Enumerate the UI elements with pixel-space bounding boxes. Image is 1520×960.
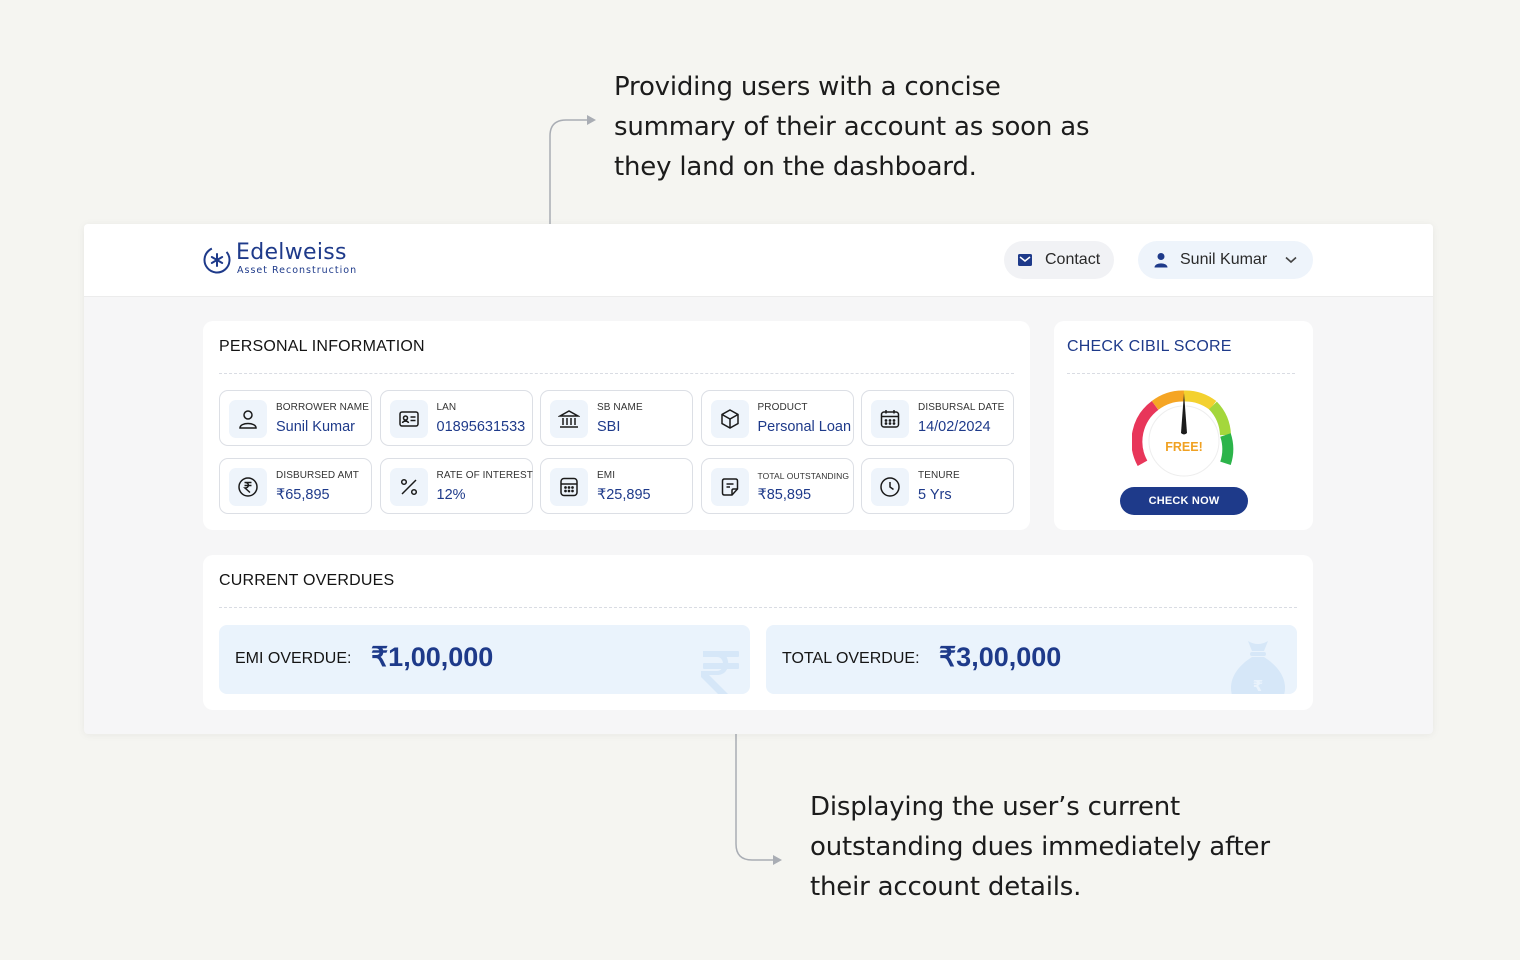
info-label: EMI [597,470,616,481]
info-value: 01895631533 [436,419,526,435]
info-label: RATE OF INTEREST [436,470,533,481]
info-label: PRODUCT [757,402,808,413]
divider [219,607,1297,608]
user-name: Sunil Kumar [1180,251,1268,268]
gauge-text: FREE! [1165,440,1203,454]
info-value: Personal Loan [757,419,852,435]
info-label: BORROWER NAME [276,402,369,413]
total-overdue-label: TOTAL OVERDUE: [782,650,920,667]
emi-overdue-value: ₹1,00,000 [371,642,494,672]
info-value: ₹85,895 [757,487,812,503]
info-value: SBI [597,419,621,435]
contact-label: Contact [1045,251,1101,268]
note-icon [710,468,749,506]
cibil-gauge-icon: FREE! [1132,390,1234,477]
personal-information-card: PERSONAL INFORMATION BORROWER NAME Sunil… [203,321,1030,530]
info-tile-sb-name: SB NAME SBI [540,390,693,446]
info-value: ₹65,895 [276,487,330,503]
info-label: TENURE [918,470,960,481]
annotation-top-line-1: Providing users with a concise [614,72,1001,102]
top-navbar: Edelweiss Asset Reconstruction Contact S… [84,224,1433,297]
chevron-down-icon [1285,256,1297,264]
clock-icon [871,468,909,506]
info-value: 14/02/2024 [918,419,991,435]
info-label: DISBURSAL DATE [918,402,1005,413]
current-overdues-card: CURRENT OVERDUES EMI OVERDUE: ₹1,00,000 … [203,555,1313,710]
user-outline-icon [229,400,267,438]
user-icon [1154,252,1168,268]
id-card-icon [389,400,428,438]
info-tile-disbursal-date: DISBURSAL DATE 14/02/2024 [861,390,1014,446]
brand-tagline: Asset Reconstruction [237,265,358,276]
user-menu-button[interactable]: Sunil Kumar [1138,241,1313,279]
box-icon [710,400,749,438]
current-overdues-title: CURRENT OVERDUES [219,572,395,589]
annotation-bottom-line-3: their account details. [810,872,1082,902]
divider [1067,373,1295,374]
annotation-top-line-2: summary of their account as soon as [614,112,1090,142]
svg-text:₹: ₹ [1253,677,1263,694]
calendar-icon [871,400,909,438]
annotation-bottom-line-2: outstanding dues immediately after [810,832,1270,862]
info-tile-total-outstanding: TOTAL OUTSTANDING ₹85,895 [700,458,854,514]
info-label: SB NAME [597,402,643,413]
cibil-score-card: CHECK CIBIL SCORE FREE! CHECK NOW [1054,321,1313,530]
annotation-top-line-3: they land on the dashboard. [614,152,977,182]
rupee-watermark-icon [701,651,739,694]
info-value: Sunil Kumar [276,419,355,435]
info-label: LAN [436,402,457,413]
info-tile-disbursed-amt: DISBURSED AMT ₹65,895 [219,458,372,514]
personal-information-title: PERSONAL INFORMATION [219,338,425,355]
annotation-top: Providing users with a concise summary o… [614,67,1089,187]
calculator-icon [550,468,588,506]
total-overdue-box: TOTAL OVERDUE: ₹3,00,000 ₹ [766,625,1297,694]
info-label: TOTAL OUTSTANDING [757,471,850,481]
mail-icon [1017,253,1033,267]
info-tile-product: PRODUCT Personal Loan [700,390,854,446]
emi-overdue-label: EMI OVERDUE: [235,650,352,667]
cibil-title: CHECK CIBIL SCORE [1067,338,1232,355]
info-tile-rate-of-interest: RATE OF INTEREST 12% [379,458,533,514]
edelweiss-logo-icon [203,246,231,274]
info-value: 5 Yrs [918,487,952,503]
info-value: 12% [436,487,466,503]
divider [219,373,1014,374]
total-overdue-value: ₹3,00,000 [939,642,1062,672]
contact-button[interactable]: Contact [1004,241,1114,279]
info-tile-lan: LAN 01895631533 [379,390,533,446]
info-value: ₹25,895 [597,487,651,503]
dashboard-window: Edelweiss Asset Reconstruction Contact S… [84,224,1433,734]
info-tile-tenure: TENURE 5 Yrs [861,458,1014,514]
info-tile-borrower-name: BORROWER NAME Sunil Kumar [219,390,372,446]
annotation-bottom: Displaying the user’s current outstandin… [810,787,1270,907]
info-tile-emi: EMI ₹25,895 [540,458,693,514]
brand-name: Edelweiss [236,240,347,265]
annotation-bottom-line-1: Displaying the user’s current [810,792,1181,822]
percent-icon [389,468,428,506]
personal-info-grid: BORROWER NAME Sunil Kumar LAN 0189563153… [219,390,1014,514]
rupee-circle-icon [229,468,267,506]
check-now-button[interactable]: CHECK NOW [1120,487,1248,515]
info-label: DISBURSED AMT [276,470,359,481]
emi-overdue-box: EMI OVERDUE: ₹1,00,000 [219,625,750,694]
bank-icon [550,400,588,438]
money-bag-watermark-icon: ₹ [1231,641,1285,694]
